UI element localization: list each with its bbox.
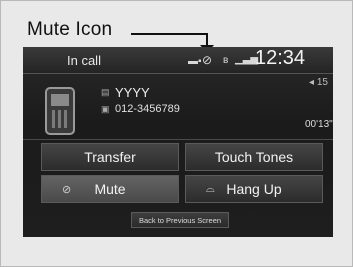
phone-icon-keys	[52, 110, 68, 128]
battery-icon: ▬▪	[188, 56, 202, 67]
callout-leader-line	[131, 33, 208, 35]
mute-icon-callout-label: Mute Icon	[27, 19, 113, 40]
status-bar: In call ▬▪ ⊘ ʙ ▁▃▅ 12:34	[23, 47, 333, 74]
hang-up-label: Hang Up	[226, 181, 282, 197]
transfer-label: Transfer	[84, 149, 136, 165]
call-duration: 00'13"	[305, 119, 333, 130]
signal-value: 15	[316, 77, 328, 88]
hang-up-button[interactable]: ⌓ Hang Up	[185, 175, 323, 203]
divider	[23, 139, 333, 140]
phone-screen-display: In call ▬▪ ⊘ ʙ ▁▃▅ 12:34 ▤ YYYY ▣ 012-34…	[23, 47, 333, 237]
contact-number: 012-3456789	[115, 103, 180, 115]
touch-tones-button[interactable]: Touch Tones	[185, 143, 323, 171]
figure-panel: Mute Icon In call ▬▪ ⊘ ʙ ▁▃▅ 12:34 ▤ YYY…	[0, 0, 353, 267]
back-label: Back to Previous Screen	[138, 215, 222, 225]
mute-label: Mute	[94, 181, 126, 197]
back-to-previous-screen-button[interactable]: Back to Previous Screen	[131, 212, 229, 228]
mute-icon: ⊘	[62, 184, 72, 196]
mute-icon: ⊘	[202, 53, 213, 67]
screen-title: In call	[67, 53, 101, 68]
phone-icon-screen	[51, 94, 69, 106]
bluetooth-icon: ʙ	[223, 55, 229, 66]
mute-button[interactable]: ⊘ Mute	[41, 175, 179, 203]
contact-name-icon: ▤	[101, 87, 110, 97]
signal-strength: ◂ 15	[309, 77, 328, 88]
number-icon: ▣	[101, 104, 110, 114]
hang-up-icon: ⌓	[206, 183, 215, 195]
contact-name: YYYY	[115, 85, 150, 100]
phone-icon	[45, 87, 75, 135]
clock: 12:34	[255, 47, 306, 69]
transfer-button[interactable]: Transfer	[41, 143, 179, 171]
touch-tones-label: Touch Tones	[214, 149, 294, 165]
